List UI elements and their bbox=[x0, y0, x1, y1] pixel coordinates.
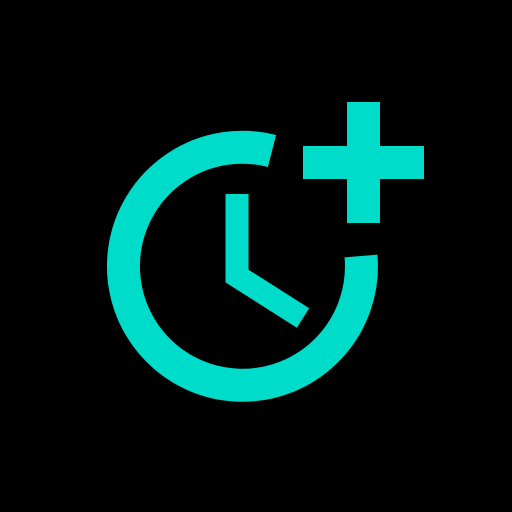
icon-canvas bbox=[0, 0, 512, 512]
clock-hands bbox=[225, 194, 310, 328]
plus-horizontal-bar bbox=[303, 146, 424, 179]
add-alarm-icon bbox=[106, 102, 424, 402]
